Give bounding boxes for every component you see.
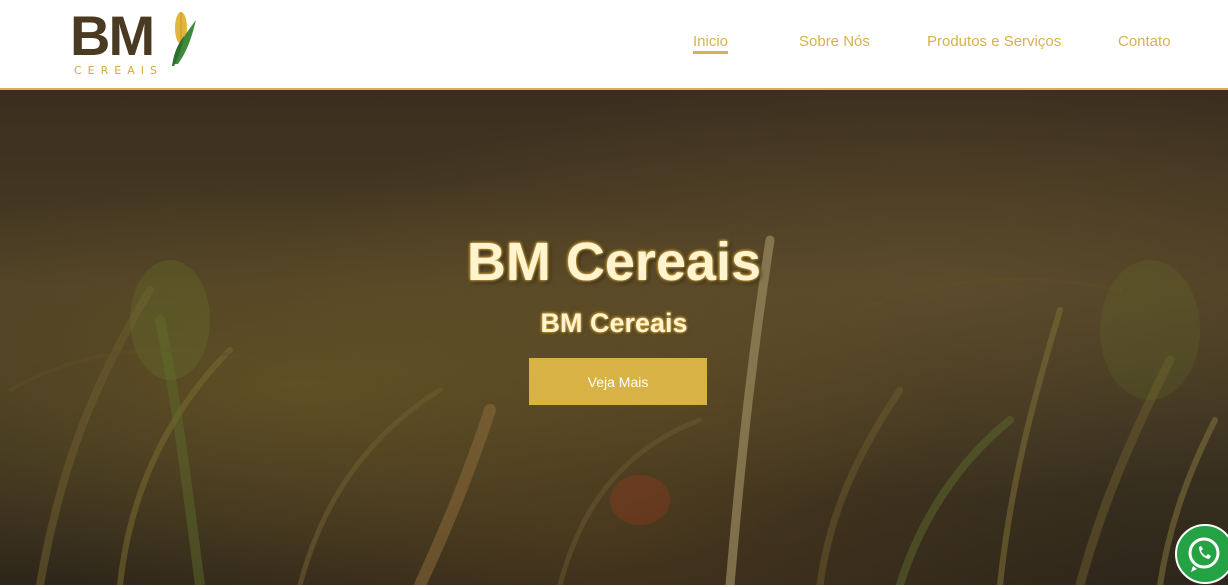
site-header: BM CEREAIS Inicio Sobre Nós Produtos e S… [0, 0, 1228, 90]
veja-mais-button[interactable]: Veja Mais [529, 358, 707, 405]
hero-subtitle: BM Cereais [540, 308, 688, 339]
nav-item-sobre-nos[interactable]: Sobre Nós [799, 33, 870, 50]
hero-title: BM Cereais [466, 232, 762, 293]
hero-banner: BM Cereais BM Cereais Veja Mais [0, 90, 1228, 585]
brand-logo[interactable]: BM CEREAIS [70, 6, 200, 78]
logo-text: BM [70, 4, 155, 67]
whatsapp-button[interactable] [1175, 524, 1228, 584]
nav-item-contato[interactable]: Contato [1118, 33, 1171, 50]
whatsapp-icon [1188, 537, 1220, 572]
nav-item-produtos-servicos[interactable]: Produtos e Serviços [927, 33, 1061, 50]
corn-icon [172, 12, 196, 66]
nav-item-inicio[interactable]: Inicio [693, 33, 729, 54]
logo-subtext: CEREAIS [74, 64, 163, 77]
